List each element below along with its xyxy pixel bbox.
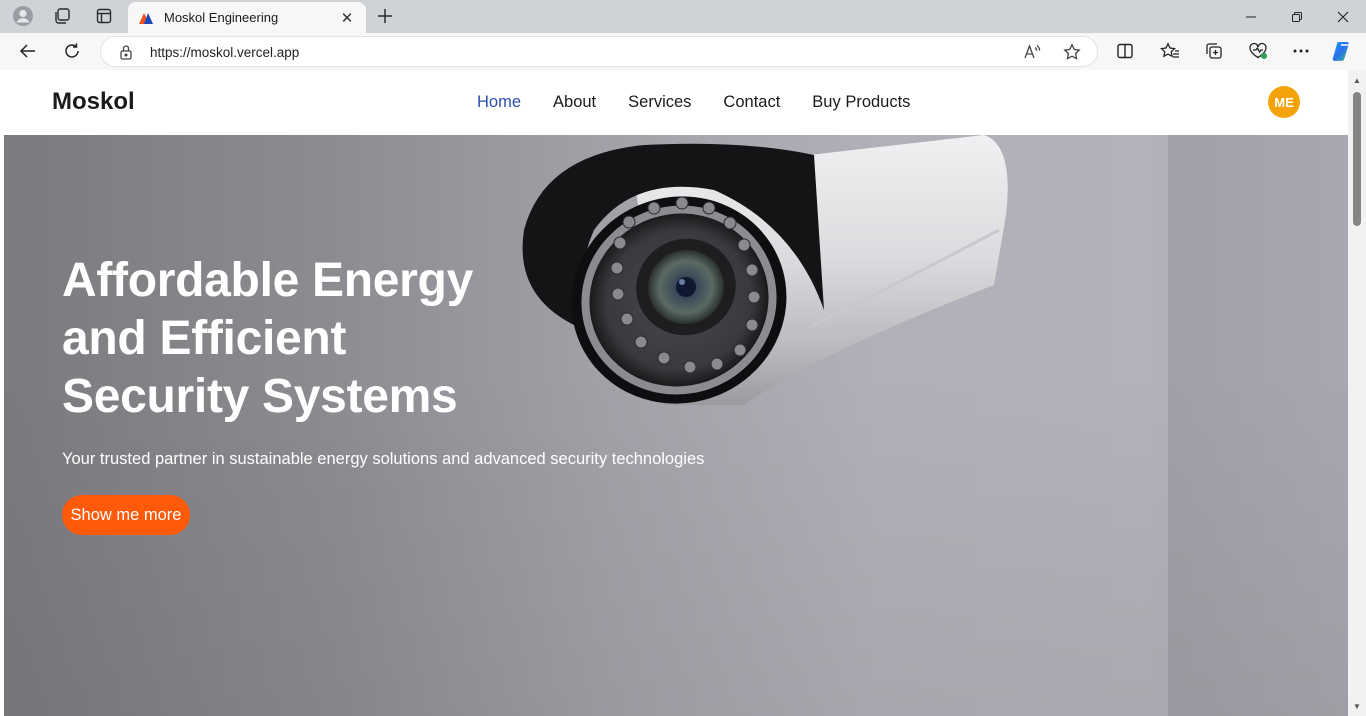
- workspaces-icon[interactable]: [47, 3, 77, 29]
- nav-link-services[interactable]: Services: [628, 93, 691, 112]
- browser-essentials-icon[interactable]: [1243, 37, 1273, 65]
- browser-toolbar: https://moskol.vercel.app: [0, 33, 1366, 70]
- favorites-icon[interactable]: [1155, 37, 1185, 65]
- refresh-icon[interactable]: [57, 37, 87, 65]
- lock-icon[interactable]: [119, 44, 133, 65]
- url-text[interactable]: https://moskol.vercel.app: [150, 45, 299, 60]
- hero-section: Affordable Energy and Efficient Security…: [4, 135, 1348, 716]
- user-avatar[interactable]: ME: [1268, 86, 1300, 118]
- hero-title-line-2: and Efficient: [62, 312, 347, 365]
- hero-title: Affordable Energy and Efficient Security…: [62, 252, 542, 426]
- star-icon[interactable]: [1063, 43, 1081, 66]
- scrollbar-thumb[interactable]: [1353, 92, 1361, 226]
- hero-subtitle: Your trusted partner in sustainable ener…: [62, 450, 705, 468]
- close-window-icon[interactable]: [1320, 0, 1366, 33]
- tab-actions-icon[interactable]: [89, 3, 119, 29]
- browser-tab-bar: Moskol Engineering ✕: [0, 0, 1366, 33]
- close-tab-icon[interactable]: ✕: [338, 9, 356, 27]
- address-bar[interactable]: https://moskol.vercel.app: [100, 36, 1098, 67]
- copilot-icon[interactable]: [1328, 37, 1358, 65]
- tab-title: Moskol Engineering: [164, 10, 279, 25]
- nav-link-buy-products[interactable]: Buy Products: [812, 93, 910, 112]
- back-arrow-icon[interactable]: [13, 37, 43, 65]
- restore-icon[interactable]: [1274, 0, 1320, 33]
- read-aloud-icon[interactable]: [1023, 43, 1041, 66]
- show-me-more-button[interactable]: Show me more: [62, 495, 190, 535]
- site-header: Moskol Home About Services Contact Buy P…: [4, 70, 1348, 135]
- hero-title-line-1: Affordable Energy: [62, 254, 473, 307]
- new-tab-button[interactable]: [372, 3, 398, 29]
- profile-icon[interactable]: [8, 3, 38, 29]
- nav-link-contact[interactable]: Contact: [723, 93, 780, 112]
- scroll-down-icon[interactable]: ▼: [1352, 702, 1362, 712]
- nav-link-about[interactable]: About: [553, 93, 596, 112]
- site-logo[interactable]: Moskol: [52, 88, 135, 116]
- page-scrollbar[interactable]: ▲ ▼: [1348, 70, 1366, 716]
- browser-tab-active[interactable]: Moskol Engineering ✕: [128, 2, 366, 33]
- hero-title-line-3: Security Systems: [62, 370, 458, 423]
- minimize-icon[interactable]: [1228, 0, 1274, 33]
- scroll-up-icon[interactable]: ▲: [1352, 76, 1362, 86]
- collections-icon[interactable]: [1199, 37, 1229, 65]
- site-favicon-icon: [139, 12, 153, 24]
- page-viewport: Moskol Home About Services Contact Buy P…: [4, 70, 1348, 716]
- more-icon[interactable]: [1286, 37, 1316, 65]
- nav-link-home[interactable]: Home: [477, 93, 521, 112]
- main-nav: Home About Services Contact Buy Products: [477, 93, 910, 112]
- split-screen-icon[interactable]: [1110, 37, 1140, 65]
